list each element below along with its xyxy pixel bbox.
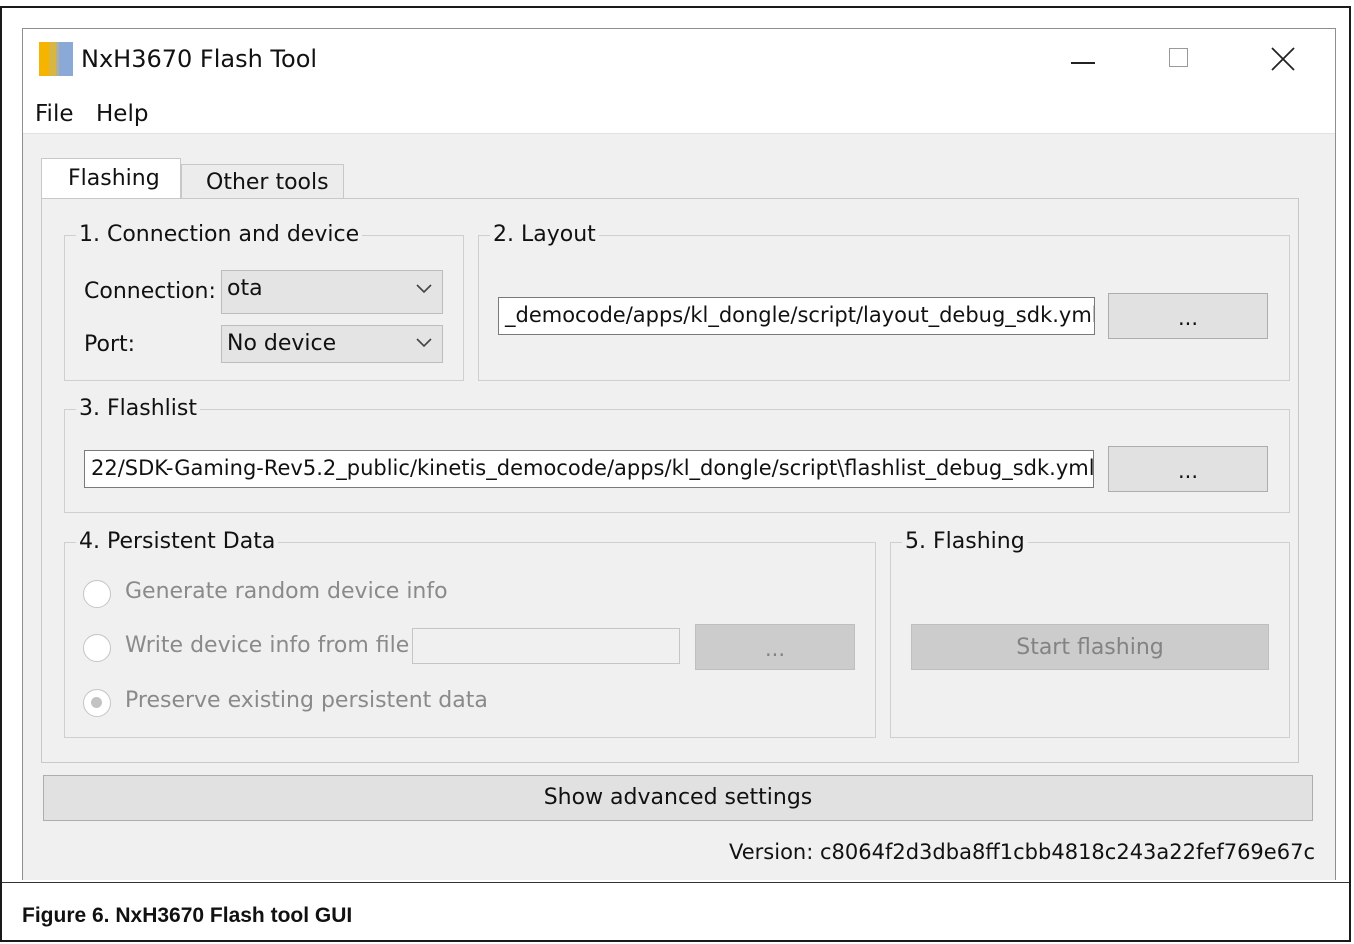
tab-flashing[interactable]: Flashing [41,158,181,198]
close-button[interactable] [1255,39,1315,79]
flashlist-browse-button[interactable]: ... [1108,446,1268,492]
connection-group-title: 1. Connection and device [76,222,363,247]
minimize-icon [1071,62,1095,64]
flashing-tab-page: 1. Connection and device Connection: ota… [41,198,1299,763]
app-window: NxH3670 Flash Tool File Help Flashing Ot… [22,28,1336,880]
title-bar: NxH3670 Flash Tool [23,29,1335,89]
maximize-icon [1169,48,1188,67]
port-label: Port: [84,332,136,357]
radio-label: Write device info from file [125,633,410,658]
start-flashing-button[interactable]: Start flashing [911,624,1269,670]
flashing-group: 5. Flashing Start flashing [890,529,1290,738]
tab-other-tools[interactable]: Other tools [181,164,344,199]
radio-button[interactable] [83,580,111,608]
show-advanced-settings-button[interactable]: Show advanced settings [43,775,1313,821]
menu-help[interactable]: Help [96,101,148,127]
caption-divider [2,882,1349,883]
layout-group-title: 2. Layout [490,222,599,247]
minimize-button[interactable] [1053,39,1113,79]
radio-button[interactable] [83,634,111,662]
app-logo-icon [39,42,73,76]
port-select[interactable]: No device [221,325,443,363]
radio-label: Generate random device info [125,579,448,604]
menu-bar: File Help [23,97,1335,133]
port-select-value: No device [227,331,337,356]
window-title: NxH3670 Flash Tool [81,45,318,73]
menu-file[interactable]: File [35,101,74,127]
connection-select[interactable]: ota [221,270,443,314]
chevron-down-icon [416,284,432,294]
radio-selected-dot [91,697,102,708]
layout-browse-button[interactable]: ... [1108,293,1268,339]
layout-group: 2. Layout _democode/apps/kl_dongle/scrip… [478,222,1290,381]
radio-button[interactable] [83,689,111,717]
device-info-file-input[interactable] [412,628,680,664]
figure-caption: Figure 6. NxH3670 Flash tool GUI [22,904,353,927]
connection-group: 1. Connection and device Connection: ota… [64,222,464,381]
close-icon [1271,47,1295,71]
flashlist-path-input[interactable]: 22/SDK-Gaming-Rev5.2_public/kinetis_demo… [84,450,1094,488]
radio-label: Preserve existing persistent data [125,688,488,713]
persistent-data-group: 4. Persistent Data Generate random devic… [64,529,876,738]
flashing-group-title: 5. Flashing [902,529,1028,554]
connection-label: Connection: [84,279,216,304]
connection-select-value: ota [227,276,263,301]
persistent-data-group-title: 4. Persistent Data [76,529,279,554]
layout-path-input[interactable]: _democode/apps/kl_dongle/script/layout_d… [498,297,1095,335]
device-info-browse-button[interactable]: ... [695,624,855,670]
client-area: Flashing Other tools 1. Connection and d… [23,133,1335,880]
flashlist-group: 3. Flashlist 22/SDK-Gaming-Rev5.2_public… [64,396,1290,513]
maximize-button[interactable] [1151,39,1211,79]
version-label: Version: c8064f2d3dba8ff1cbb4818c243a22f… [729,840,1315,864]
chevron-down-icon [416,338,432,348]
flashlist-group-title: 3. Flashlist [76,396,200,421]
